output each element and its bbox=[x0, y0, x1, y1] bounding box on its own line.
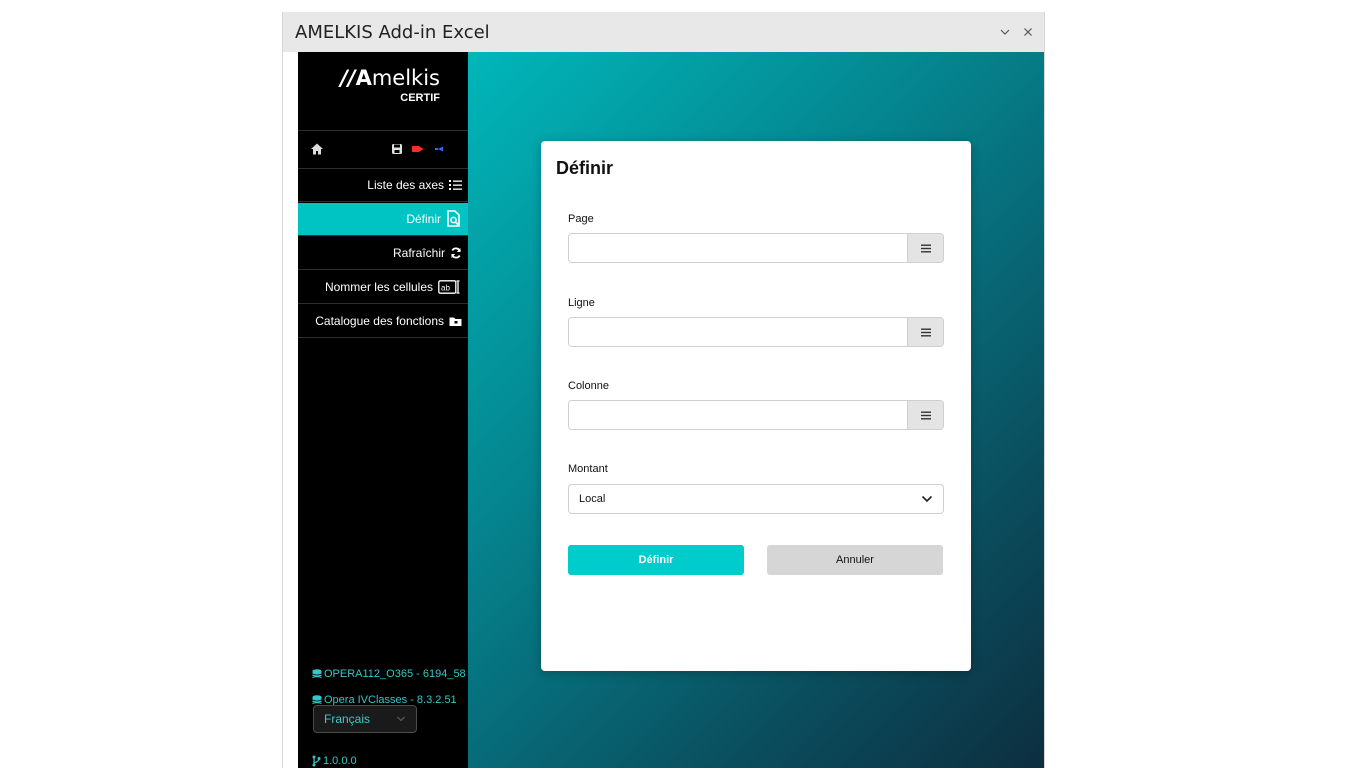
page-input[interactable] bbox=[569, 234, 908, 262]
sidebar-item-label: Catalogue des fonctions bbox=[315, 314, 444, 328]
home-icon[interactable] bbox=[310, 142, 324, 156]
montant-label: Montant bbox=[568, 463, 608, 475]
window-title: AMELKIS Add-in Excel bbox=[295, 21, 490, 43]
definir-dialog: Définir Page Ligne Colonne Montant Local… bbox=[541, 141, 971, 671]
sidebar-item-catalogue-des-fonctions[interactable]: Catalogue des fonctions bbox=[298, 305, 468, 338]
database-icon bbox=[312, 668, 322, 678]
title-bar: AMELKIS Add-in Excel bbox=[283, 12, 1044, 52]
text-field-icon: ab bbox=[438, 280, 462, 294]
version-label: 1.0.0.0 bbox=[323, 755, 357, 767]
ligne-field bbox=[568, 317, 944, 347]
colonne-input[interactable] bbox=[569, 401, 908, 429]
colonne-field bbox=[568, 400, 944, 430]
search-document-icon bbox=[446, 210, 462, 228]
import-icon[interactable] bbox=[432, 142, 446, 156]
colonne-label: Colonne bbox=[568, 380, 609, 392]
page-picker-button[interactable] bbox=[907, 234, 943, 262]
svg-text:ab: ab bbox=[441, 284, 450, 293]
sidebar-item-label: Rafraîchir bbox=[392, 246, 445, 260]
chevron-down-icon bbox=[921, 495, 933, 503]
logo-text: melkis bbox=[371, 66, 440, 90]
menu-icon bbox=[920, 411, 931, 419]
language-select[interactable]: Français bbox=[313, 705, 417, 733]
language-value: Français bbox=[324, 712, 371, 726]
colonne-picker-button[interactable] bbox=[907, 401, 943, 429]
chevron-down-icon bbox=[1000, 29, 1010, 35]
close-icon bbox=[1024, 28, 1032, 36]
sidebar-item-rafraichir[interactable]: Rafraîchir bbox=[298, 237, 468, 270]
logo-mark: // bbox=[340, 66, 356, 90]
main-area: Définir Page Ligne Colonne Montant Local… bbox=[468, 52, 1044, 768]
dialog-title: Définir bbox=[556, 158, 614, 178]
save-icon[interactable] bbox=[390, 142, 404, 156]
montant-select[interactable]: Local bbox=[568, 484, 944, 514]
ligne-input[interactable] bbox=[569, 318, 908, 346]
database-icon bbox=[312, 694, 322, 704]
ligne-picker-button[interactable] bbox=[907, 318, 943, 346]
sidebar-item-label: Définir bbox=[406, 212, 441, 226]
page-field bbox=[568, 233, 944, 263]
sidebar-item-definir[interactable]: Définir bbox=[298, 203, 468, 236]
sidebar: //Amelkis CERTIF Liste des axes Définir … bbox=[298, 52, 468, 768]
sidebar-toolbar bbox=[298, 132, 468, 168]
folder-icon bbox=[449, 316, 462, 327]
menu-icon bbox=[920, 328, 931, 336]
sidebar-item-label: Nommer les cellules bbox=[324, 280, 433, 294]
page-label: Page bbox=[568, 213, 594, 225]
sidebar-item-label: Liste des axes bbox=[367, 178, 444, 192]
montant-value: Local bbox=[579, 493, 606, 505]
environment-server-label: OPERA112_O365 - 6194_58 bbox=[324, 668, 466, 680]
menu-icon bbox=[920, 244, 931, 252]
branch-icon bbox=[312, 755, 321, 767]
ligne-label: Ligne bbox=[568, 297, 595, 309]
logo-subtitle: CERTIF bbox=[400, 92, 440, 104]
addin-pane: AMELKIS Add-in Excel //Amelkis CERTIF Li… bbox=[282, 12, 1045, 768]
brand-logo: //Amelkis CERTIF bbox=[298, 62, 468, 122]
list-icon bbox=[449, 179, 462, 191]
export-icon[interactable] bbox=[411, 142, 425, 156]
sidebar-item-nommer-les-cellules[interactable]: Nommer les cellules ab bbox=[298, 271, 468, 304]
collapse-button[interactable] bbox=[995, 22, 1015, 42]
close-button[interactable] bbox=[1018, 22, 1038, 42]
chevron-down-icon bbox=[397, 716, 405, 722]
sidebar-item-liste-des-axes[interactable]: Liste des axes bbox=[298, 169, 468, 202]
version-info: 1.0.0.0 bbox=[312, 755, 357, 767]
environment-server: OPERA112_O365 - 6194_58 bbox=[312, 668, 466, 680]
divider bbox=[298, 130, 468, 131]
refresh-icon bbox=[450, 247, 462, 259]
definir-button[interactable]: Définir bbox=[568, 545, 744, 575]
logo-initial: A bbox=[355, 66, 372, 90]
annuler-button[interactable]: Annuler bbox=[767, 545, 943, 575]
